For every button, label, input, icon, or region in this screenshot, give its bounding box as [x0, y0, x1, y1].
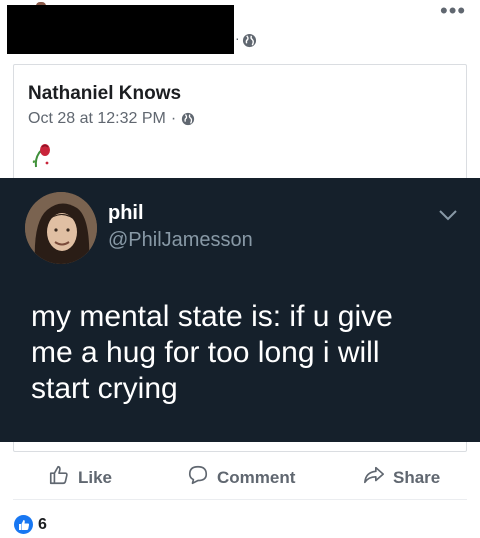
- wilted-rose-icon: [30, 141, 52, 174]
- shared-post-timestamp[interactable]: Oct 28 at 12:32 PM: [28, 110, 166, 128]
- tweet-handle: @PhilJamesson: [108, 229, 253, 251]
- like-reaction-icon: [14, 515, 33, 534]
- meta-separator-dot: ·: [170, 110, 177, 127]
- comment-bubble-icon: [187, 464, 209, 491]
- globe-icon[interactable]: [181, 112, 195, 126]
- ellipsis-icon[interactable]: •••: [440, 0, 466, 22]
- like-button[interactable]: Like: [48, 464, 112, 491]
- action-divider: [13, 499, 467, 500]
- shared-post-meta: Oct 28 at 12:32 PM ·: [28, 110, 195, 128]
- tweet-avatar: [25, 192, 97, 264]
- tweet-text: my mental state is: if u give me a hug f…: [31, 299, 471, 407]
- tweet-screenshot[interactable]: phil @PhilJamesson my mental state is: i…: [0, 178, 480, 442]
- header-separator-dot: ·: [235, 30, 240, 46]
- tweet-text-line: start crying: [31, 372, 178, 405]
- globe-icon[interactable]: [242, 33, 257, 53]
- shared-post-author[interactable]: Nathaniel Knows: [28, 83, 181, 105]
- share-arrow-icon: [363, 464, 385, 491]
- comment-label: Comment: [217, 467, 296, 487]
- share-label: Share: [393, 467, 441, 487]
- reactions-summary[interactable]: 6: [14, 515, 47, 534]
- chevron-down-icon: [438, 208, 458, 226]
- like-label: Like: [78, 467, 113, 487]
- thumbs-up-icon: [48, 464, 70, 491]
- tweet-text-line: my mental state is: if u give: [31, 300, 393, 333]
- share-button[interactable]: Share: [363, 464, 440, 491]
- tweet-text-line: me a hug for too long i will: [31, 336, 380, 369]
- post-action-bar: Like Comment Share: [13, 452, 467, 498]
- redacted-author-block: [7, 5, 234, 54]
- outer-post-header: · •••: [0, 0, 480, 60]
- tweet-display-name: phil: [108, 202, 144, 224]
- reaction-count: 6: [38, 515, 47, 533]
- comment-button[interactable]: Comment: [187, 464, 295, 491]
